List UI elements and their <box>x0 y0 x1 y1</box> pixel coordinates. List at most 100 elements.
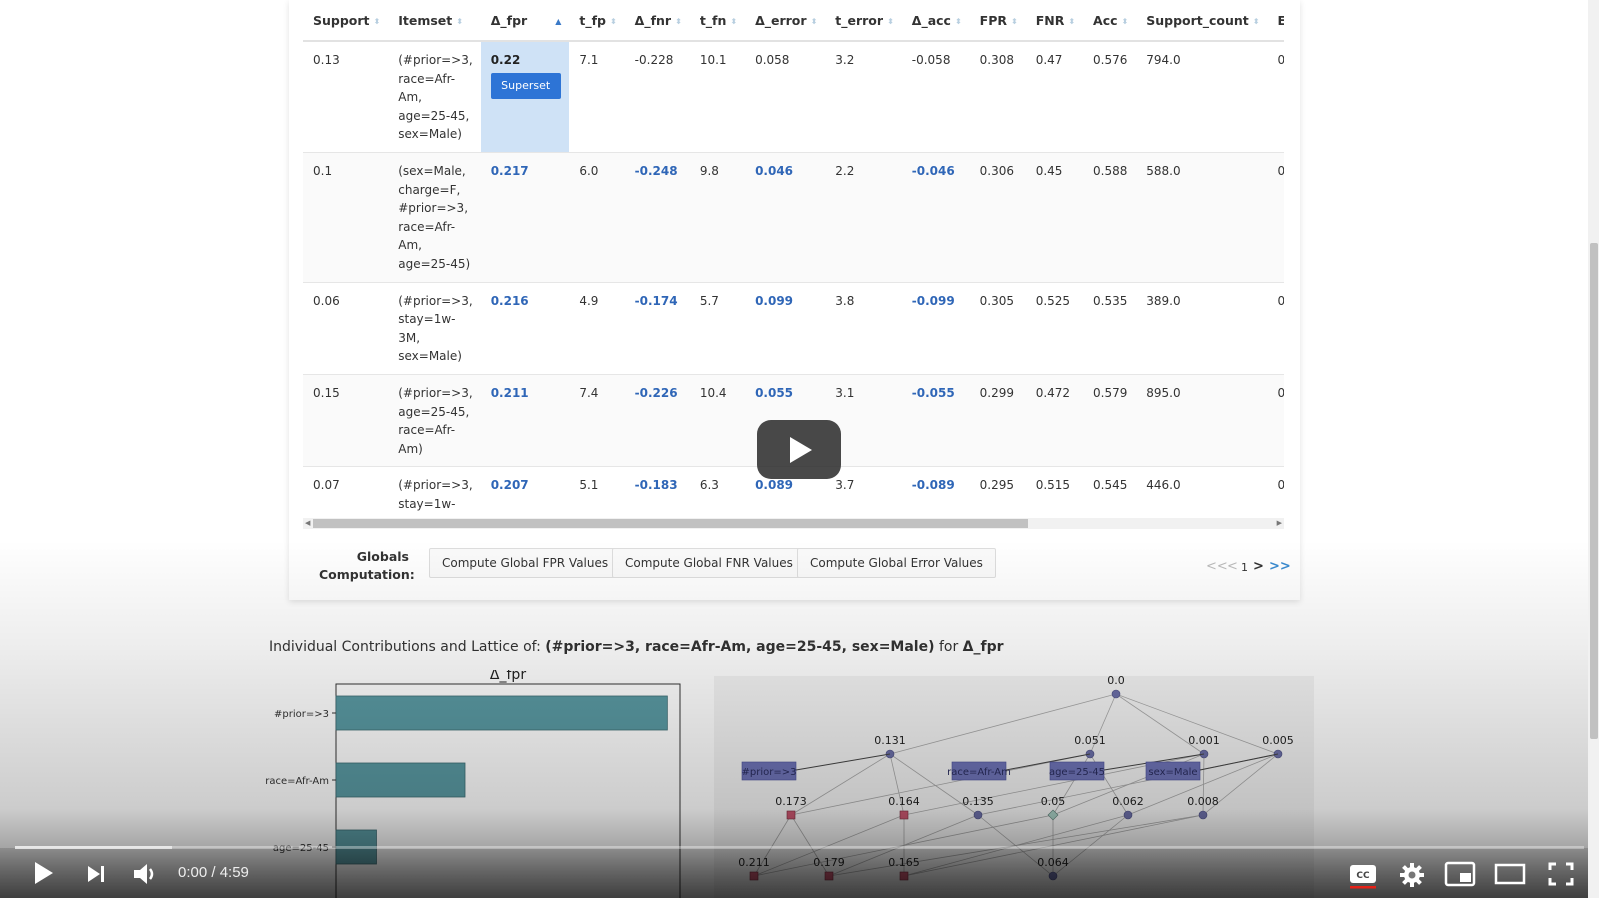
compute-global-fnr-button[interactable]: Compute Global FNR Values <box>612 548 806 578</box>
column-header-label: Δ_acc <box>911 12 951 28</box>
table-row[interactable]: 0.06 (#prior=>3, stay=1w-3M, sex=Male) 0.2… <box>303 282 1284 375</box>
sort-icon[interactable]: ⬍ <box>887 17 894 26</box>
lattice-node-value: 0.131 <box>874 734 906 747</box>
sort-icon[interactable]: ⬍ <box>675 17 682 26</box>
play-icon <box>35 862 53 884</box>
cell-d-fpr[interactable]: 0.207 <box>480 466 570 512</box>
cell-value: 0.306 <box>979 163 1015 178</box>
horizontal-scrollbar[interactable]: ◀ ▶ <box>303 518 1284 529</box>
sort-icon[interactable]: ⬍ <box>456 17 463 26</box>
pager-next-button[interactable]: > <box>1253 559 1264 574</box>
cell-d-fpr[interactable]: 0.216 <box>480 282 570 375</box>
next-button[interactable] <box>86 863 108 888</box>
settings-button[interactable] <box>1399 862 1425 891</box>
column-header-fpr[interactable]: FPR ⬍ <box>969 0 1026 42</box>
column-header-t-fp[interactable]: t_fp ⬍ <box>569 0 625 42</box>
cell-value: 0.525 <box>1035 293 1071 308</box>
cell-t-fn: 9.8 <box>689 152 746 283</box>
sort-icon[interactable]: ⬍ <box>1011 17 1018 26</box>
column-header-label: FPR <box>979 12 1007 28</box>
column-header-support[interactable]: Support ⬍ <box>303 0 389 42</box>
play-button[interactable] <box>32 860 56 889</box>
superset-button[interactable]: Superset <box>490 72 561 99</box>
column-header-fnr[interactable]: FNR ⬍ <box>1025 0 1084 42</box>
cell-value: 0.22 <box>490 53 521 67</box>
sort-icon[interactable]: ⬍ <box>1068 17 1075 26</box>
cell-value: 5.1 <box>579 478 599 493</box>
bar-race-afr-am <box>335 762 466 798</box>
cell-itemset: (#prior=>3, race=Afr-Am, age=25-45, sex=… <box>388 41 481 153</box>
mute-button[interactable] <box>132 861 160 890</box>
pager-last-button[interactable]: >> <box>1269 559 1291 574</box>
scrollbar-thumb[interactable] <box>313 519 1028 528</box>
page-vertical-scrollbar[interactable] <box>1588 0 1599 898</box>
table-row[interactable]: 0.13 (#prior=>3, race=Afr-Am, age=25-45, … <box>303 41 1284 153</box>
gear-icon <box>1400 863 1424 887</box>
cell-value: 3.1 <box>835 385 855 400</box>
sort-icon[interactable]: ⬍ <box>610 17 617 26</box>
cell-t-fn: 6.3 <box>689 466 746 512</box>
page-scrollbar-thumb[interactable] <box>1590 243 1598 739</box>
column-header-d-acc[interactable]: Δ_acc ⬍ <box>901 0 970 42</box>
scroll-left-arrow-icon[interactable]: ◀ <box>305 518 310 529</box>
cell-t-error: 3.2 <box>825 41 902 153</box>
column-header-d-fpr[interactable]: Δ_fpr ▲ <box>480 0 570 42</box>
cell-d-fpr[interactable]: 0.217 <box>480 152 570 283</box>
video-frame: Support ⬍ Itemset ⬍ Δ_fpr ▲ t_fp ⬍ Δ_fnr ⬍ t_fn ⬍ Δ_… <box>0 0 1599 898</box>
lattice-node-value: 0.051 <box>1074 734 1106 747</box>
lattice-node-value: 0.173 <box>775 795 807 808</box>
pager-prev-button[interactable]: < <box>1227 559 1238 574</box>
cell-value: -0.183 <box>634 478 678 493</box>
cell-value: 0.588 <box>1093 163 1128 178</box>
column-header-label: Acc <box>1093 12 1118 28</box>
scroll-right-arrow-icon[interactable]: ▶ <box>1277 518 1282 529</box>
column-header-label: t_fp <box>579 12 606 28</box>
title-itemset: (#prior=>3, race=Afr-Am, age=25-45, sex=… <box>545 639 935 655</box>
cell-support: 0.06 <box>303 282 389 375</box>
cell-d-fpr[interactable]: 0.22 Superset <box>480 41 570 153</box>
cell-value: 0.207 <box>490 478 529 493</box>
results-table-card: Support ⬍ Itemset ⬍ Δ_fpr ▲ t_fp ⬍ Δ_fnr ⬍ t_fn ⬍ Δ_… <box>289 0 1300 600</box>
lattice-attribute-label: sex=Male <box>1148 767 1197 778</box>
pager-first-button[interactable]: << <box>1206 559 1228 574</box>
column-header-acc[interactable]: Acc ⬍ <box>1083 0 1137 42</box>
cell-d-error: 0.046 <box>745 152 826 283</box>
miniplayer-button[interactable] <box>1444 861 1476 890</box>
sort-icon[interactable]: ⬍ <box>730 17 737 26</box>
title-metric: Δ_fpr <box>962 639 1004 655</box>
sort-icon[interactable]: ⬍ <box>1253 17 1260 26</box>
compute-global-error-button[interactable]: Compute Global Error Values <box>797 548 996 578</box>
cell-fnr: 0.515 <box>1025 466 1084 512</box>
big-play-button[interactable] <box>757 420 841 479</box>
captions-button[interactable]: CC <box>1349 863 1377 892</box>
sort-icon[interactable]: ⬍ <box>811 17 818 26</box>
lattice-node-value: 0.05 <box>1041 795 1066 808</box>
column-header-support-count[interactable]: Support_count ⬍ <box>1136 0 1268 42</box>
cell-value: 3.2 <box>835 53 855 67</box>
video-progress-bar[interactable] <box>15 846 1584 849</box>
sort-icon[interactable]: ⬍ <box>374 17 381 26</box>
theater-mode-button[interactable] <box>1494 863 1526 888</box>
cell-d-fpr[interactable]: 0.211 <box>480 374 570 468</box>
cell-value: (sex=Male, charge=F, #prior=>3, race=Afr… <box>398 163 471 271</box>
table-row[interactable]: 0.1 (sex=Male, charge=F, #prior=>3, race=… <box>303 152 1284 283</box>
column-header-d-fnr[interactable]: Δ_fnr ⬍ <box>624 0 690 42</box>
column-header-error[interactable]: Error⬍ <box>1267 0 1284 42</box>
compute-global-fpr-button[interactable]: Compute Global FPR Values <box>429 548 622 578</box>
cell-value: 0.465 <box>1277 293 1284 308</box>
column-header-d-error[interactable]: Δ_error ⬍ <box>745 0 826 42</box>
column-header-t-fn[interactable]: t_fn ⬍ <box>689 0 746 42</box>
sort-icon[interactable]: ⬍ <box>1122 17 1129 26</box>
fullscreen-button[interactable] <box>1548 862 1574 889</box>
theater-icon <box>1494 863 1526 885</box>
cell-value: 0.308 <box>979 53 1015 67</box>
column-header-t-error[interactable]: t_error ⬍ <box>825 0 902 42</box>
cell-t-fn: 10.4 <box>689 374 746 468</box>
cell-value: 0.055 <box>755 385 794 400</box>
sort-ascending-icon[interactable]: ▲ <box>555 17 561 26</box>
sort-icon[interactable]: ⬍ <box>955 17 962 26</box>
column-header-label: t_fn <box>699 12 727 28</box>
column-header-itemset[interactable]: Itemset ⬍ <box>388 0 481 42</box>
cell-itemset: (#prior=>3, stay=1w-3M, sex=Male) <box>388 282 481 375</box>
column-header-label: Error <box>1277 12 1284 28</box>
